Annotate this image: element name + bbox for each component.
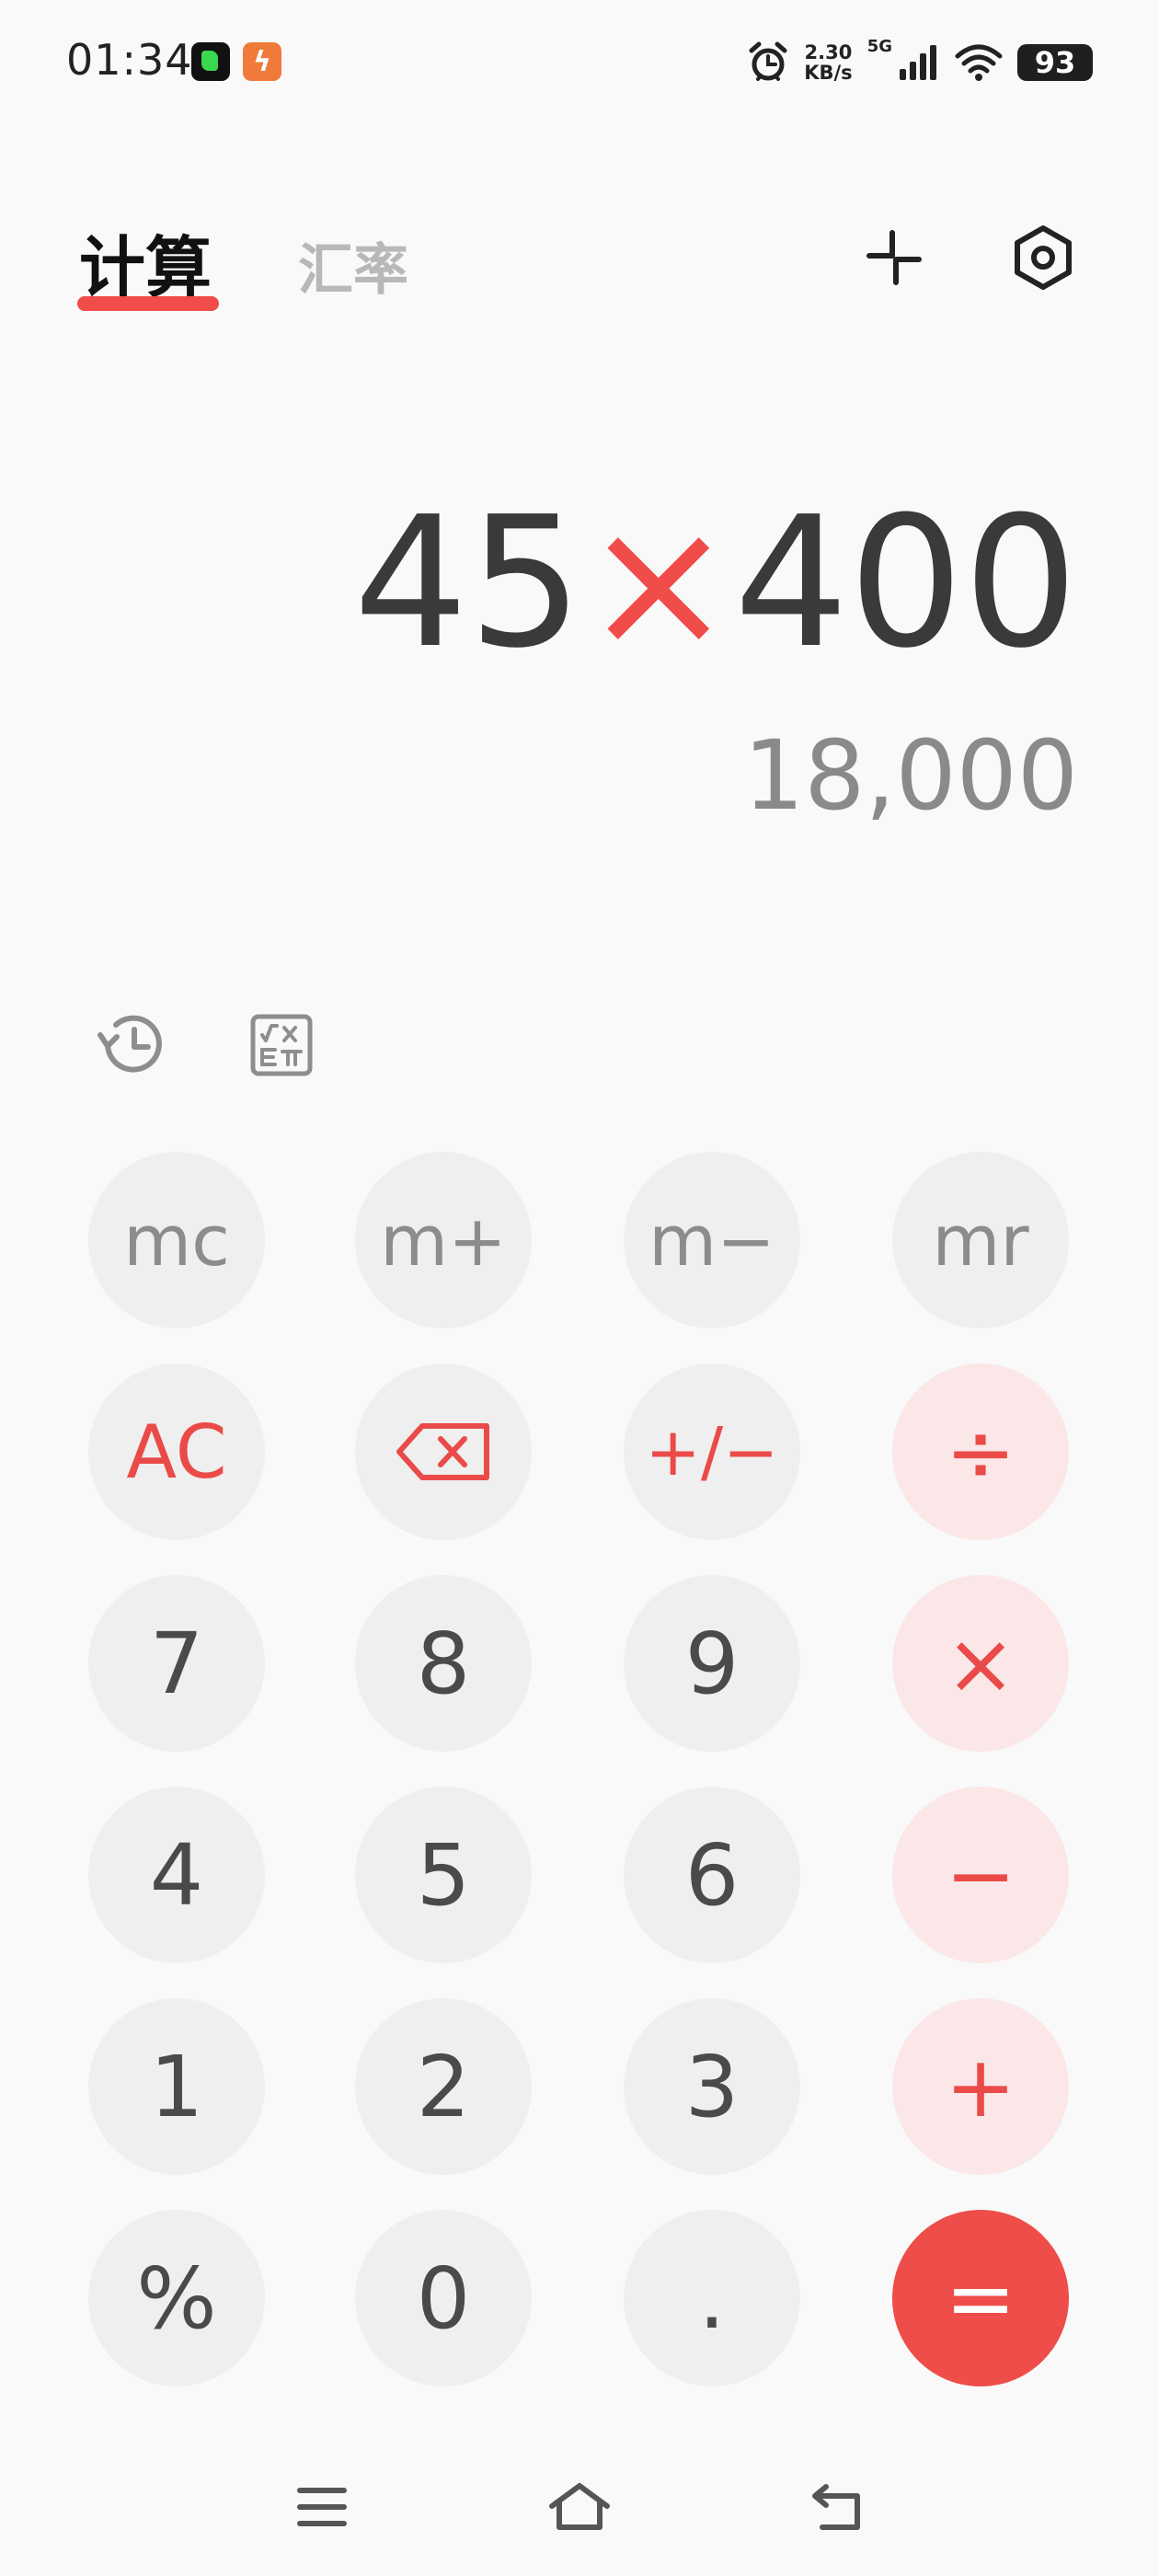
back-icon — [812, 2484, 860, 2530]
digit-2-button[interactable]: 2 — [355, 1998, 532, 2175]
signal-type-label: 5G — [866, 37, 892, 56]
wifi-icon — [955, 44, 1003, 81]
digit-9-button[interactable]: 9 — [624, 1575, 800, 1752]
digit-5-button[interactable]: 5 — [355, 1787, 532, 1963]
app-notification-icon: ϟ — [243, 42, 281, 81]
add-button[interactable]: + — [892, 1998, 1069, 2175]
memory-add-button[interactable]: m+ — [355, 1152, 532, 1328]
status-time: 01:34 — [66, 35, 193, 85]
digit-3-button[interactable]: 3 — [624, 1998, 800, 2175]
status-icons: 2.30 KB/s 5G 93 — [747, 37, 1093, 88]
history-icon — [98, 1015, 162, 1073]
cellular-signal-icon — [900, 45, 936, 80]
history-button[interactable] — [88, 1001, 177, 1089]
decimal-point-button[interactable]: . — [624, 2210, 800, 2386]
digit-6-button[interactable]: 6 — [624, 1787, 800, 1963]
network-speed-unit: KB/s — [804, 62, 853, 84]
network-speed-value: 2.30 — [804, 41, 853, 63]
divide-button[interactable]: ÷ — [892, 1363, 1069, 1540]
network-speed: 2.30 KB/s — [804, 42, 852, 83]
settings-icon — [1015, 225, 1072, 290]
tab-exchange-rate[interactable]: 汇率 — [298, 225, 408, 305]
memory-recall-button[interactable]: mr — [892, 1152, 1069, 1328]
shrink-icon — [866, 230, 922, 285]
expression-operand-left: 45 — [353, 478, 583, 688]
backspace-icon — [396, 1423, 489, 1480]
digit-4-button[interactable]: 4 — [88, 1787, 265, 1963]
multiply-button[interactable]: × — [892, 1575, 1069, 1752]
percent-button[interactable]: % — [88, 2210, 265, 2386]
back-button[interactable] — [796, 2466, 878, 2548]
expression-display: 45×400 — [353, 478, 1078, 688]
active-tab-indicator — [77, 296, 219, 311]
subtract-button[interactable]: − — [892, 1787, 1069, 1963]
digit-0-button[interactable]: 0 — [355, 2210, 532, 2386]
digit-1-button[interactable]: 1 — [88, 1998, 265, 2175]
scientific-mode-button[interactable] — [237, 1001, 326, 1089]
minimize-window-button[interactable] — [850, 213, 938, 302]
menu-icon — [297, 2488, 347, 2526]
battery-indicator: 93 — [1017, 44, 1093, 81]
expression-operator: × — [582, 478, 734, 688]
memory-clear-button[interactable]: mc — [88, 1152, 265, 1328]
home-icon — [549, 2483, 610, 2530]
expression-operand-right: 400 — [733, 478, 1078, 688]
equals-button[interactable]: = — [892, 2210, 1069, 2386]
digit-8-button[interactable]: 8 — [355, 1575, 532, 1752]
recent-apps-button[interactable] — [281, 2466, 363, 2548]
alarm-icon — [749, 41, 787, 81]
settings-button[interactable] — [999, 213, 1087, 302]
scientific-functions-icon — [250, 1014, 313, 1076]
battery-level: 93 — [1034, 45, 1076, 80]
music-app-icon — [191, 42, 230, 81]
memory-subtract-button[interactable]: m− — [624, 1152, 800, 1328]
toggle-sign-button[interactable]: +/− — [624, 1363, 800, 1540]
home-button[interactable] — [538, 2466, 621, 2548]
digit-7-button[interactable]: 7 — [88, 1575, 265, 1752]
result-display: 18,000 — [743, 719, 1078, 832]
all-clear-button[interactable]: AC — [88, 1363, 265, 1540]
backspace-button[interactable] — [355, 1363, 532, 1540]
